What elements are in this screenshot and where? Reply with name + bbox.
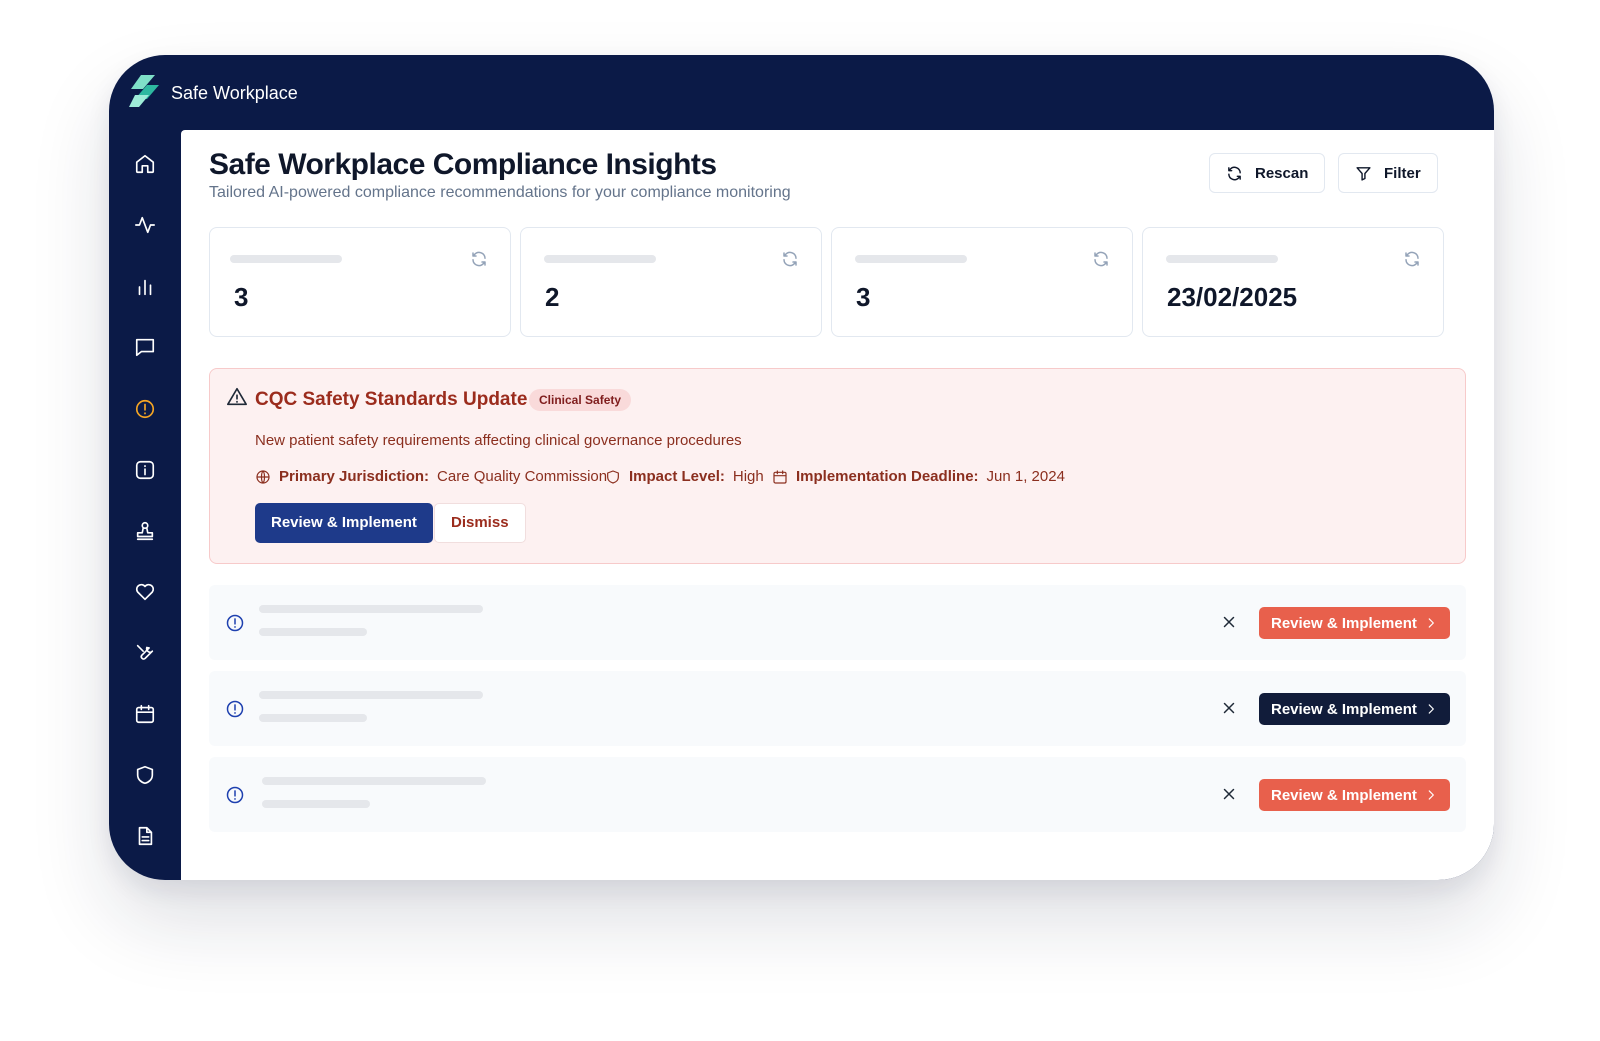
refresh-icon	[1228, 166, 1241, 180]
heart-icon[interactable]	[133, 580, 157, 604]
skeleton-subtitle	[262, 800, 370, 808]
deadline-meta: Implementation Deadline: Jun 1, 2024	[772, 468, 1065, 485]
filter-icon	[1356, 166, 1371, 181]
globe-icon	[256, 469, 270, 484]
chevron-right-icon	[1428, 618, 1434, 628]
stamp-icon[interactable]	[133, 519, 157, 543]
info-icon[interactable]	[133, 458, 157, 482]
stat-card: 2	[520, 227, 822, 337]
stat-value: 2	[545, 282, 560, 312]
shield-icon	[607, 469, 619, 484]
jurisdiction-value: Care Quality Commission	[437, 468, 608, 485]
home-icon[interactable]	[133, 152, 157, 176]
deadline-label: Implementation Deadline:	[796, 468, 979, 485]
message-icon[interactable]	[133, 335, 157, 359]
list-item: Review & Implement	[209, 671, 1466, 746]
filter-label: Filter	[1384, 164, 1421, 182]
app-window: Safe Workplace Safe Workplace Compliance…	[109, 55, 1494, 880]
skeleton-title	[262, 777, 486, 785]
skeleton-label	[230, 255, 342, 263]
page-subtitle: Tailored AI-powered compliance recommend…	[209, 184, 791, 201]
dismiss-button[interactable]: Dismiss	[434, 503, 526, 543]
skeleton-label	[855, 255, 967, 263]
top-bar: Safe Workplace	[109, 55, 1494, 130]
filter-button[interactable]: Filter	[1338, 153, 1438, 193]
stat-value: 3	[234, 282, 249, 312]
impact-value: High	[732, 468, 764, 485]
app-logo-icon	[127, 73, 161, 109]
page-title: Safe Workplace Compliance Insights	[209, 148, 717, 181]
review-implement-button[interactable]: Review & Implement	[1259, 779, 1450, 811]
refresh-icon[interactable]	[781, 250, 799, 268]
main-content: Safe Workplace Compliance Insights Tailo…	[181, 130, 1494, 880]
review-implement-button[interactable]: Review & Implement	[255, 503, 433, 543]
stat-card: 3	[831, 227, 1133, 337]
alert-category-badge: Clinical Safety	[529, 389, 632, 411]
jurisdiction-label: Primary Jurisdiction:	[279, 468, 430, 485]
warning-triangle-icon	[226, 386, 248, 408]
refresh-icon[interactable]	[1403, 250, 1421, 268]
impact-label: Impact Level:	[629, 468, 725, 485]
rescan-label: Rescan	[1255, 164, 1309, 182]
wrench-icon[interactable]	[133, 641, 157, 665]
alert-title: CQC Safety Standards Update	[255, 389, 528, 410]
list-item: Review & Implement	[209, 585, 1466, 660]
chevron-right-icon	[1428, 790, 1434, 800]
close-icon[interactable]	[1220, 613, 1238, 631]
rescan-button[interactable]: Rescan	[1209, 153, 1326, 193]
bar-chart-icon[interactable]	[133, 275, 157, 299]
skeleton-label	[1166, 255, 1278, 263]
document-icon[interactable]	[133, 824, 157, 848]
review-implement-button[interactable]: Review & Implement	[1259, 607, 1450, 639]
skeleton-title	[259, 691, 483, 699]
jurisdiction-meta: Primary Jurisdiction: Care Quality Commi…	[255, 468, 607, 485]
list-item: Review & Implement	[209, 757, 1466, 832]
button-label: Review & Implement	[1271, 614, 1417, 632]
skeleton-title	[259, 605, 483, 613]
app-title: Safe Workplace	[171, 83, 298, 103]
compliance-alert: CQC Safety Standards Update Clinical Saf…	[209, 368, 1466, 564]
stat-value: 23/02/2025	[1167, 282, 1298, 312]
calendar-icon	[773, 469, 787, 484]
alert-circle-icon	[225, 785, 245, 805]
close-icon[interactable]	[1220, 785, 1238, 803]
skeleton-subtitle	[259, 714, 367, 722]
review-implement-button[interactable]: Review & Implement	[1259, 693, 1450, 725]
alert-circle-icon	[225, 613, 245, 633]
sidebar	[109, 130, 181, 880]
close-icon[interactable]	[1220, 699, 1238, 717]
impact-meta: Impact Level: High	[605, 468, 764, 485]
skeleton-subtitle	[259, 628, 367, 636]
chevron-right-icon	[1428, 704, 1434, 714]
stat-value: 3	[856, 282, 871, 312]
alert-circle-icon	[225, 699, 245, 719]
activity-icon[interactable]	[133, 213, 157, 237]
alert-description: New patient safety requirements affectin…	[255, 432, 742, 449]
shield-icon[interactable]	[133, 763, 157, 787]
alert-circle-icon[interactable]	[133, 397, 157, 421]
stat-card: 3	[209, 227, 511, 337]
button-label: Review & Implement	[1271, 786, 1417, 804]
refresh-icon[interactable]	[1092, 250, 1110, 268]
deadline-value: Jun 1, 2024	[986, 468, 1065, 485]
button-label: Review & Implement	[1271, 700, 1417, 718]
skeleton-label	[544, 255, 656, 263]
stat-card: 23/02/2025	[1142, 227, 1444, 337]
refresh-icon[interactable]	[470, 250, 488, 268]
calendar-icon[interactable]	[133, 702, 157, 726]
